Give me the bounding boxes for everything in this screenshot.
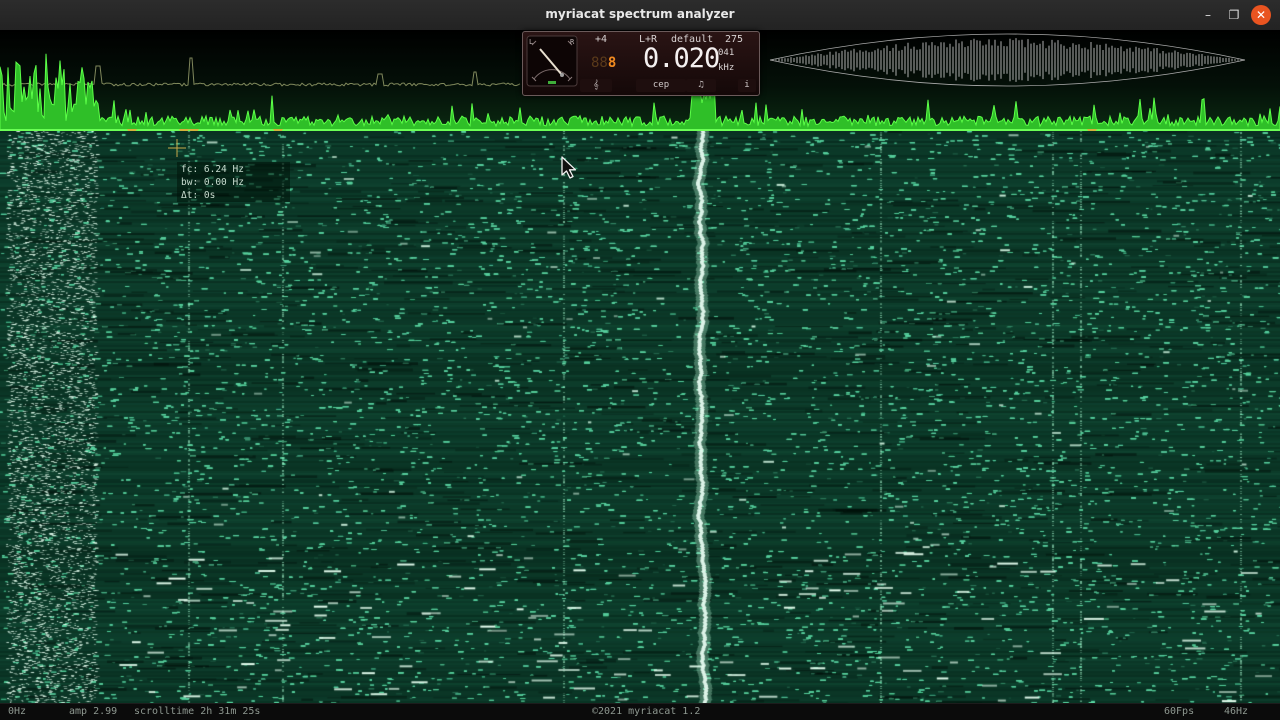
bandwidth-label: bw: 0.00 Hz: [181, 177, 244, 188]
amplitude-label: amp 2.99: [69, 706, 118, 717]
count-label: 275: [725, 34, 744, 45]
octave-digits: 888: [591, 55, 617, 71]
frequency-unit: kHz: [718, 63, 735, 73]
needle-dial-icon: L R: [526, 35, 578, 87]
window-title: myriacat spectrum analyzer: [545, 7, 735, 21]
speed-icon[interactable]: 𝄞: [580, 79, 612, 92]
svg-text:L: L: [529, 38, 533, 46]
close-button[interactable]: ✕: [1251, 5, 1271, 25]
meter-toolbar: 𝄞 cep ♫ i: [580, 79, 756, 92]
cursor-info-box: fc: 6.24 Hz bw: 0.00 Hz Δt: 0s: [177, 162, 290, 202]
info-button[interactable]: i: [738, 79, 756, 92]
title-bar[interactable]: myriacat spectrum analyzer – ❐ ✕: [0, 0, 1280, 31]
music-icon[interactable]: ♫: [686, 79, 716, 92]
fps-label: 60Fps: [1164, 706, 1195, 717]
max-frequency-label: 46Hz: [1224, 706, 1249, 717]
frequency-subdigits: 041: [718, 48, 735, 58]
center-frequency-label: fc: 6.24 Hz: [181, 164, 244, 175]
scrolltime-label: scrolltime 2h 31m 25s: [134, 706, 261, 717]
delta-time-label: Δt: 0s: [181, 190, 216, 201]
offset-label: +4: [595, 34, 608, 45]
copyright-label: ©2021 myriacat 1.2: [592, 706, 701, 717]
status-bar: 0Hz amp 2.99 scrolltime 2h 31m 25s ©2021…: [0, 703, 1280, 720]
min-frequency-label: 0Hz: [8, 706, 27, 717]
minimize-button[interactable]: –: [1198, 5, 1218, 25]
frequency-readout: 0.020: [643, 43, 720, 74]
crosshair-icon: [168, 139, 186, 157]
maximize-button[interactable]: ❐: [1224, 5, 1244, 25]
cep-button[interactable]: cep: [636, 79, 686, 92]
waterfall-spectrogram[interactable]: [0, 131, 1280, 703]
arrow-cursor-icon: [561, 156, 577, 179]
waterfall-canvas: [0, 131, 1280, 703]
frequency-meter-panel[interactable]: L R +4 L+R default 275 888 0.020 041 kHz…: [522, 31, 760, 96]
waveform-envelope: [769, 33, 1246, 87]
app-window: myriacat spectrum analyzer – ❐ ✕ L R +4 …: [0, 0, 1280, 720]
